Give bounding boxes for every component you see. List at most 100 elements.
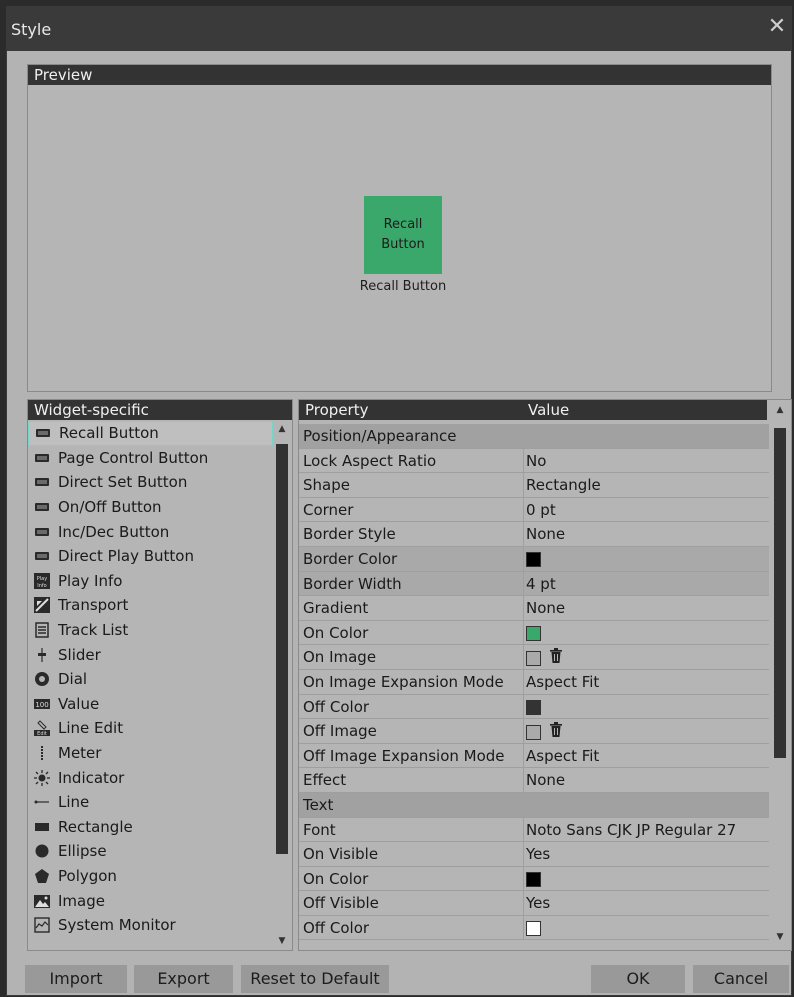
preview-caption: Recall Button xyxy=(359,279,447,294)
widget-item-line[interactable]: Line xyxy=(28,790,273,815)
property-value[interactable]: 4 pt xyxy=(526,575,556,593)
property-value[interactable]: No xyxy=(526,452,546,470)
close-icon[interactable]: ✕ xyxy=(765,15,789,39)
widget-item-recall-button[interactable]: Recall Button xyxy=(28,421,273,446)
property-row[interactable]: Off Color xyxy=(299,694,769,720)
line-icon xyxy=(34,794,50,810)
property-value[interactable]: None xyxy=(526,525,565,543)
widget-item-rectangle[interactable]: Rectangle xyxy=(28,815,273,840)
polygon-icon xyxy=(34,868,50,884)
column-divider xyxy=(523,669,524,694)
property-row[interactable]: Border Width 4 pt xyxy=(299,571,769,597)
property-row[interactable]: Effect None xyxy=(299,768,769,793)
property-row[interactable]: On Color xyxy=(299,620,769,646)
property-value[interactable]: None xyxy=(526,599,565,617)
track-list-icon xyxy=(34,622,50,638)
property-row[interactable]: Off Visible Yes xyxy=(299,891,769,916)
widget-item-track-list[interactable]: Track List xyxy=(28,618,273,643)
property-table-scrollbar[interactable]: ▲ ▼ xyxy=(771,400,789,949)
widget-item-indicator[interactable]: Indicator xyxy=(28,765,273,790)
property-row[interactable]: Font Noto Sans CJK JP Regular 27 xyxy=(299,817,769,843)
property-value[interactable] xyxy=(526,550,541,567)
property-value[interactable]: Aspect Fit xyxy=(526,747,599,765)
property-row[interactable]: Border Style None xyxy=(299,522,769,547)
widget-item-ellipse[interactable]: Ellipse xyxy=(28,839,273,864)
property-value[interactable] xyxy=(526,870,541,887)
property-group-row[interactable]: Text xyxy=(299,792,769,818)
color-swatch[interactable] xyxy=(526,699,541,715)
property-value[interactable] xyxy=(526,919,541,936)
trash-icon[interactable] xyxy=(549,648,563,667)
widget-item-transport[interactable]: Transport xyxy=(28,593,273,618)
color-swatch[interactable] xyxy=(526,651,541,667)
widget-list-scrollbar[interactable]: ▲ ▼ xyxy=(273,421,291,949)
property-value[interactable]: Yes xyxy=(526,845,550,863)
color-swatch[interactable] xyxy=(526,871,541,887)
trash-icon[interactable] xyxy=(549,722,563,741)
color-swatch[interactable] xyxy=(526,920,541,936)
property-table: Position/Appearance Lock Aspect Ratio No Sh… xyxy=(299,424,769,941)
widget-item-image[interactable]: Image xyxy=(28,888,273,913)
property-value-text: Yes xyxy=(526,845,551,864)
scroll-up-icon[interactable]: ▲ xyxy=(273,421,291,437)
property-value[interactable] xyxy=(526,624,541,641)
property-row[interactable]: Corner 0 pt xyxy=(299,497,769,523)
property-row[interactable]: Lock Aspect Ratio No xyxy=(299,448,769,474)
widget-item-page-control-button[interactable]: Page Control Button xyxy=(28,446,273,471)
property-value[interactable]: Noto Sans CJK JP Regular 27 xyxy=(526,821,736,839)
property-row[interactable]: On Image xyxy=(299,645,769,670)
property-value[interactable]: Aspect Fit xyxy=(526,673,599,691)
property-name: Off Color xyxy=(303,697,370,716)
property-row[interactable]: Off Color xyxy=(299,915,769,941)
widget-item-direct-set-button[interactable]: Direct Set Button xyxy=(28,470,273,495)
widget-item-meter[interactable]: Meter xyxy=(28,741,273,766)
property-row[interactable]: On Visible Yes xyxy=(299,842,769,867)
property-row[interactable]: Off Image Expansion Mode Aspect Fit xyxy=(299,743,769,769)
widget-item-label: Inc/Dec Button xyxy=(58,522,170,541)
widget-item-label: Rectangle xyxy=(58,817,133,836)
color-swatch[interactable] xyxy=(526,551,541,567)
import-button[interactable]: Import xyxy=(25,965,127,993)
preview-button-line2: Button xyxy=(381,237,425,252)
property-row[interactable]: On Color xyxy=(299,866,769,892)
scroll-up-icon[interactable]: ▲ xyxy=(771,402,789,418)
property-group-row[interactable]: Position/Appearance xyxy=(299,424,769,449)
widget-item-inc-dec-button[interactable]: Inc/Dec Button xyxy=(28,519,273,544)
widget-item-on-off-button[interactable]: On/Off Button xyxy=(28,495,273,520)
property-row[interactable]: Off Image xyxy=(299,719,769,744)
widget-item-direct-play-button[interactable]: Direct Play Button xyxy=(28,544,273,569)
property-value[interactable]: 0 pt xyxy=(526,501,556,519)
color-swatch[interactable] xyxy=(526,625,541,641)
widget-item-value[interactable]: 100 Value xyxy=(28,692,273,717)
property-row[interactable]: On Image Expansion Mode Aspect Fit xyxy=(299,669,769,695)
scroll-down-icon[interactable]: ▼ xyxy=(771,929,789,945)
export-button[interactable]: Export xyxy=(134,965,233,993)
property-value[interactable]: Rectangle xyxy=(526,476,601,494)
dialog-title: Style xyxy=(11,20,52,39)
property-value[interactable] xyxy=(526,698,541,715)
widget-item-dial[interactable]: Dial xyxy=(28,667,273,692)
property-row[interactable]: Shape Rectangle xyxy=(299,473,769,498)
scrollbar-thumb[interactable] xyxy=(276,444,288,854)
widget-item-label: Line Edit xyxy=(58,719,124,738)
property-value[interactable]: None xyxy=(526,771,565,789)
column-divider xyxy=(523,743,524,768)
property-row[interactable]: Border Color xyxy=(299,546,769,572)
ok-button[interactable]: OK xyxy=(591,965,685,993)
scroll-down-icon[interactable]: ▼ xyxy=(273,933,291,949)
property-group-label: Position/Appearance xyxy=(303,427,457,445)
property-row[interactable]: Gradient None xyxy=(299,596,769,621)
widget-item-play-info[interactable]: Play Info Play Info xyxy=(28,569,273,594)
widget-item-system-monitor[interactable]: System Monitor xyxy=(28,913,273,938)
reset-to-default-button[interactable]: Reset to Default xyxy=(241,965,389,993)
widget-item-slider[interactable]: Slider xyxy=(28,642,273,667)
scrollbar-thumb[interactable] xyxy=(774,428,786,758)
cancel-button[interactable]: Cancel xyxy=(693,965,789,993)
property-value[interactable] xyxy=(526,722,563,741)
property-value[interactable]: Yes xyxy=(526,894,550,912)
property-value[interactable] xyxy=(526,648,563,667)
widget-item-line-edit[interactable]: Edit Line Edit xyxy=(28,716,273,741)
widget-item-label: Direct Play Button xyxy=(58,547,194,566)
color-swatch[interactable] xyxy=(526,725,541,741)
widget-item-polygon[interactable]: Polygon xyxy=(28,864,273,889)
